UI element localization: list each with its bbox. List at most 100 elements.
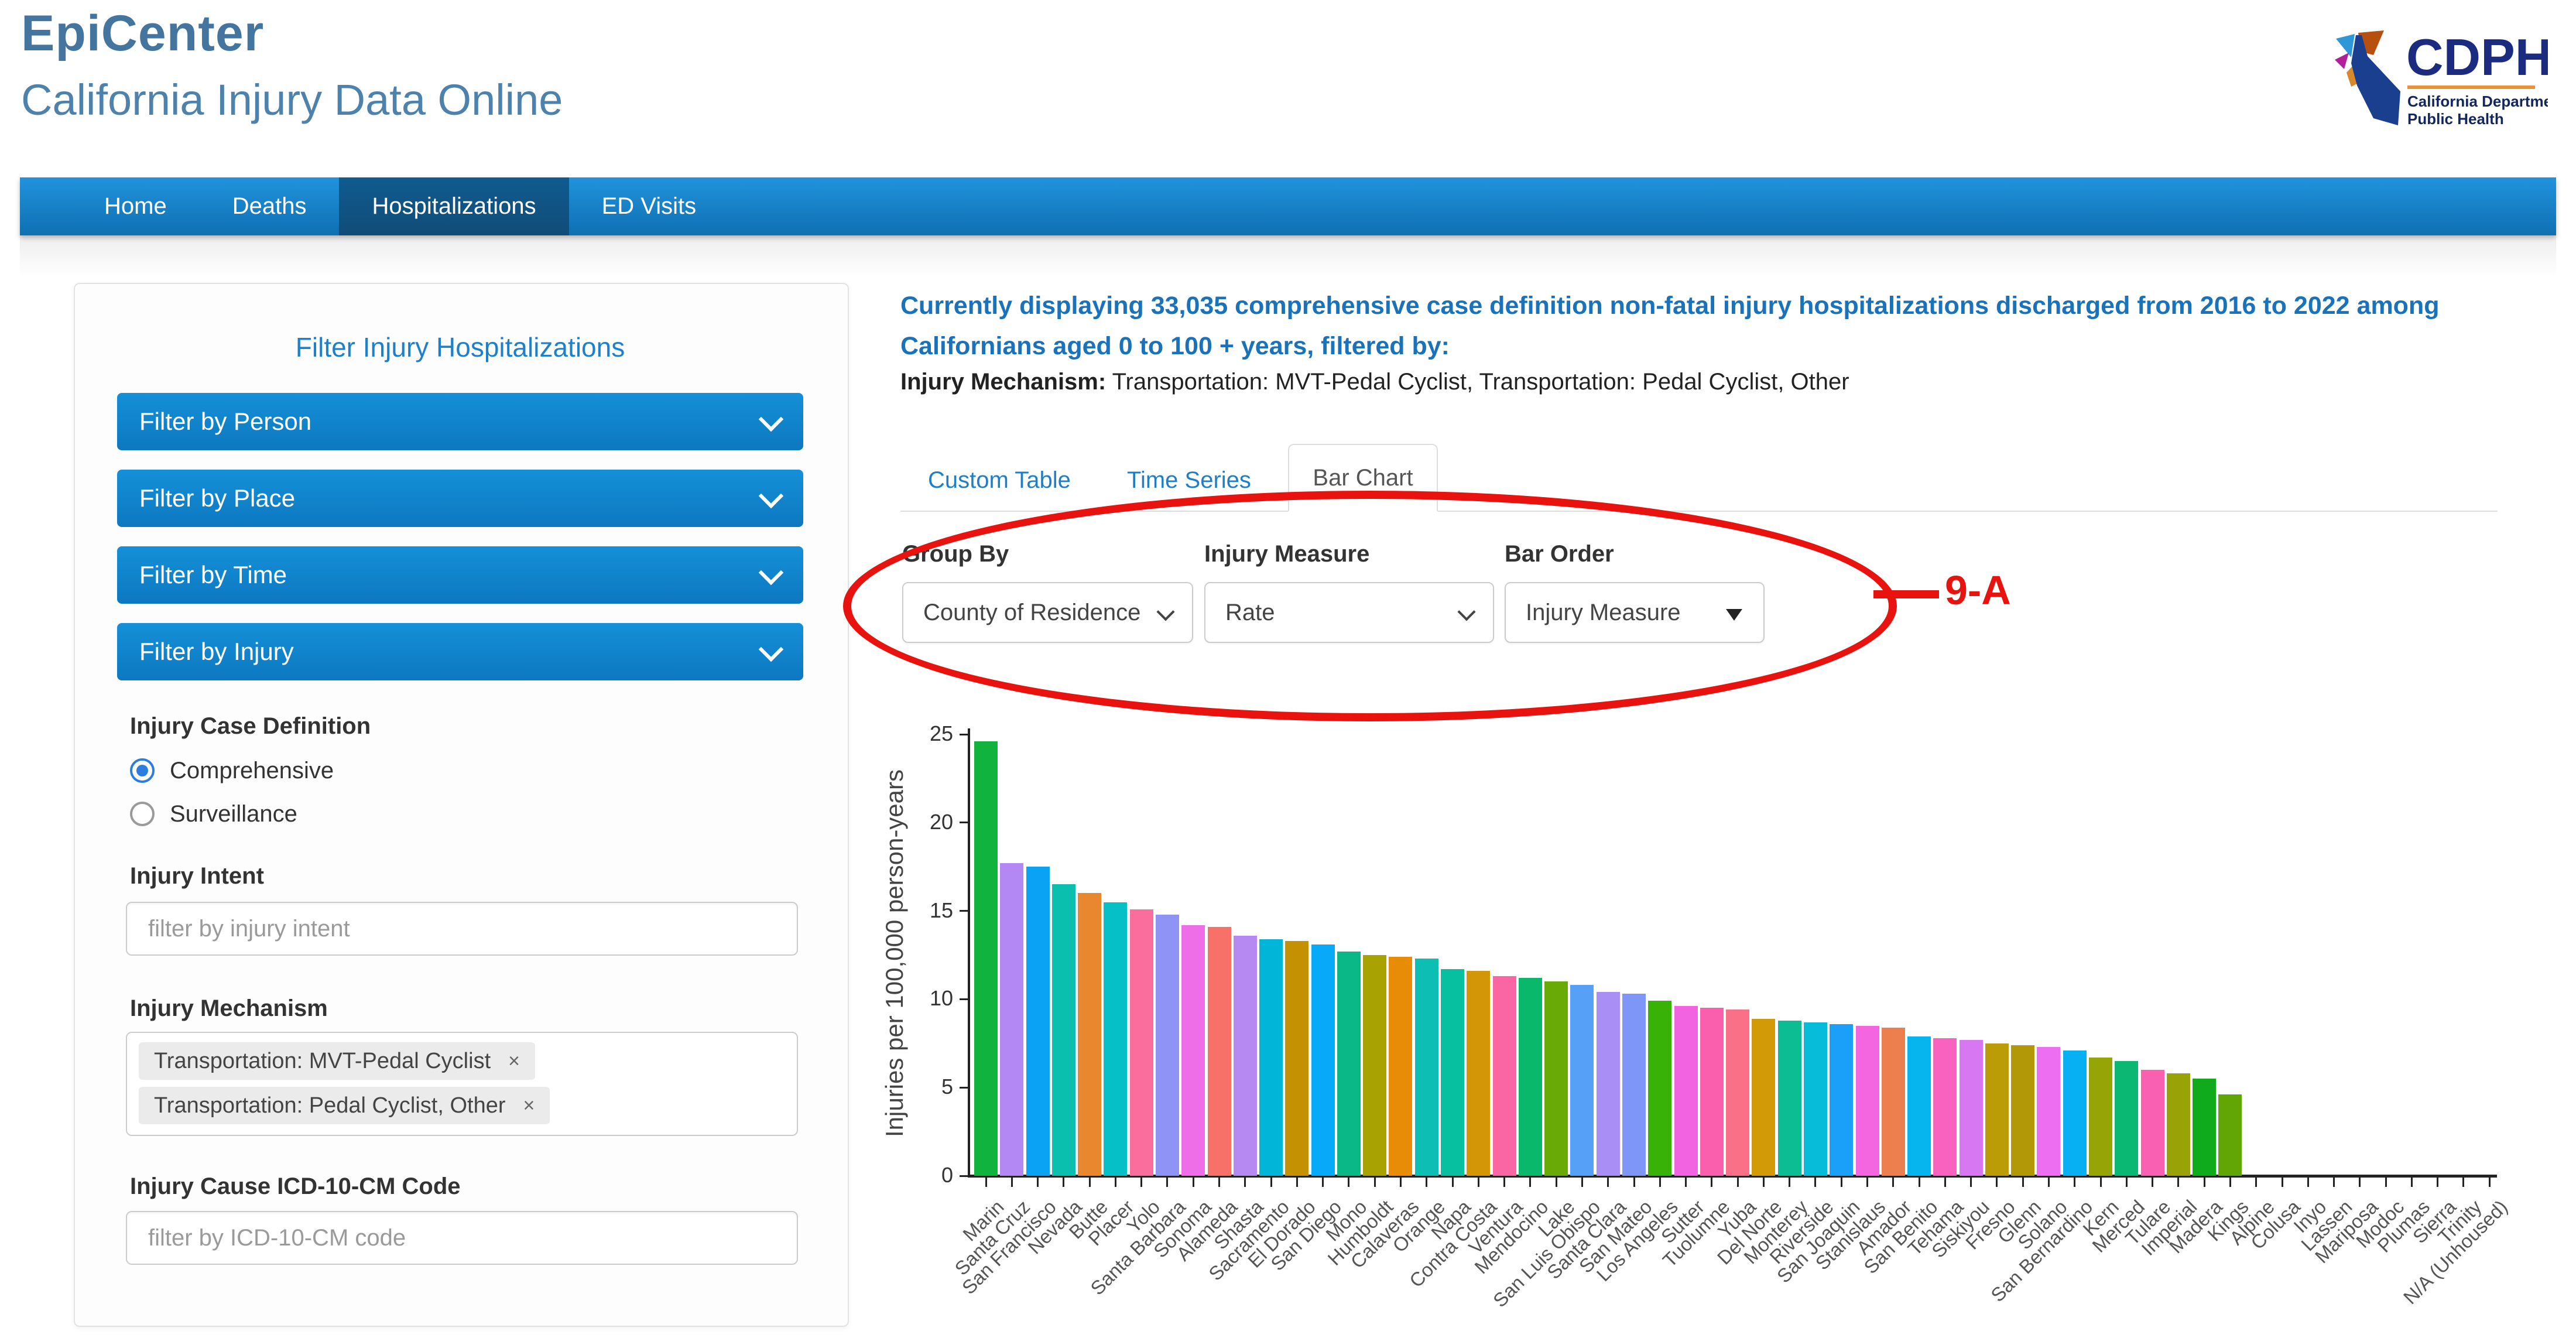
x-tick [1063, 1178, 1064, 1187]
bar-calaveras[interactable] [1389, 957, 1412, 1176]
x-tick [1789, 1178, 1790, 1187]
bar-shasta[interactable] [1234, 936, 1257, 1176]
nav-item-deaths[interactable]: Deaths [200, 177, 340, 235]
nav-item-home[interactable]: Home [71, 177, 200, 235]
accordion-filter-by-time[interactable]: Filter by Time [117, 546, 803, 604]
bar-ventura[interactable] [1493, 976, 1516, 1176]
bar-sacramento[interactable] [1259, 939, 1283, 1176]
accordion-filter-by-injury[interactable]: Filter by Injury [117, 623, 803, 680]
bar-sutter[interactable] [1674, 1006, 1698, 1176]
x-tick [1322, 1178, 1324, 1187]
svg-text:CDPH: CDPH [2406, 28, 2548, 86]
radio-surveillance[interactable]: Surveillance [130, 800, 297, 828]
bar-yuba[interactable] [1726, 1010, 1749, 1176]
x-tick [1633, 1178, 1635, 1187]
bar-san-luis-obispo[interactable] [1570, 985, 1594, 1176]
injury-intent-input[interactable]: filter by injury intent [126, 902, 798, 956]
radio-selected-icon[interactable] [130, 758, 155, 783]
bar-merced[interactable] [2115, 1061, 2138, 1176]
x-tick [2204, 1178, 2205, 1187]
remove-tag-icon[interactable]: × [523, 1094, 535, 1117]
cdph-logo: CDPH California Department of Public Hea… [2331, 27, 2548, 138]
bar-san-bernardino[interactable] [2063, 1050, 2087, 1176]
bar-butte[interactable] [1078, 893, 1101, 1176]
filter-label: Injury Mechanism: [900, 369, 1106, 395]
y-tick-label: 5 [900, 1074, 953, 1099]
y-axis-line [968, 728, 970, 1177]
bar-san-diego[interactable] [1311, 945, 1335, 1176]
svg-text:Public Health: Public Health [2407, 110, 2504, 128]
x-tick [2152, 1178, 2153, 1187]
bar-alameda[interactable] [1208, 927, 1231, 1176]
bar-placer[interactable] [1104, 902, 1127, 1176]
x-tick [1659, 1178, 1661, 1187]
x-tick [2282, 1178, 2283, 1187]
tab-time-series[interactable]: Time Series [1127, 467, 1251, 494]
bar-siskiyou[interactable] [1960, 1040, 1983, 1176]
bar-mono[interactable] [1337, 952, 1361, 1176]
x-tick [1400, 1178, 1402, 1187]
bar-san-joaquin[interactable] [1830, 1024, 1853, 1176]
bar-solano[interactable] [2037, 1047, 2060, 1176]
bar-sonoma[interactable] [1181, 925, 1205, 1176]
x-tick [1218, 1178, 1220, 1187]
bar-monterey[interactable] [1778, 1021, 1801, 1176]
y-tick-label: 25 [900, 721, 953, 746]
x-tick [1140, 1178, 1142, 1187]
bar-los-angeles[interactable] [1648, 1001, 1671, 1176]
bar-santa-barbara[interactable] [1156, 915, 1179, 1176]
bar-del-norte[interactable] [1752, 1019, 1775, 1176]
icd-code-input[interactable]: filter by ICD-10-CM code [126, 1211, 798, 1265]
bar-napa[interactable] [1441, 969, 1464, 1176]
bar-tehama[interactable] [1933, 1038, 1957, 1176]
bar-stanislaus[interactable] [1856, 1026, 1879, 1176]
bar-contra-costa[interactable] [1467, 971, 1490, 1176]
bar-kern[interactable] [2089, 1058, 2112, 1176]
x-tick [1270, 1178, 1272, 1187]
radio-unselected-icon[interactable] [130, 802, 155, 826]
accordion-filter-by-place[interactable]: Filter by Place [117, 470, 803, 527]
chevron-down-icon [759, 407, 783, 432]
annotation-label: 9-A [1945, 567, 2011, 614]
annotation-connector-line [1873, 590, 1939, 598]
bar-san-francisco[interactable] [1026, 867, 1050, 1176]
bar-el-dorado[interactable] [1285, 941, 1308, 1176]
bar-marin[interactable] [974, 741, 998, 1176]
accordion-filter-by-person[interactable]: Filter by Person [117, 393, 803, 450]
bar-madera[interactable] [2193, 1079, 2216, 1176]
bar-riverside[interactable] [1804, 1022, 1827, 1176]
mechanism-tag: Transportation: MVT-Pedal Cyclist× [139, 1042, 535, 1080]
bar-lake[interactable] [1544, 981, 1568, 1176]
bar-santa-clara[interactable] [1597, 992, 1620, 1176]
tab-custom-table[interactable]: Custom Table [928, 467, 1071, 494]
bar-imperial[interactable] [2167, 1073, 2190, 1176]
bar-san-mateo[interactable] [1622, 994, 1646, 1176]
bar-mendocino[interactable] [1519, 978, 1542, 1176]
bar-humboldt[interactable] [1363, 955, 1386, 1176]
bar-amador[interactable] [1882, 1028, 1905, 1176]
injury-mechanism-input[interactable]: Transportation: MVT-Pedal Cyclist×Transp… [126, 1032, 798, 1136]
x-tick [1244, 1178, 1246, 1187]
x-tick [2022, 1178, 2024, 1187]
bar-kings[interactable] [2218, 1094, 2242, 1176]
bar-san-benito[interactable] [1907, 1036, 1931, 1176]
bar-yolo[interactable] [1130, 909, 1153, 1176]
x-tick [1529, 1178, 1531, 1187]
bar-nevada[interactable] [1052, 884, 1075, 1176]
remove-tag-icon[interactable]: × [508, 1050, 520, 1073]
bar-orange[interactable] [1415, 959, 1438, 1176]
x-tick [1556, 1178, 1557, 1187]
bar-tulare[interactable] [2141, 1070, 2164, 1176]
x-tick [1970, 1178, 1972, 1187]
bar-fresno[interactable] [1985, 1043, 2009, 1176]
x-tick [1919, 1178, 1920, 1187]
x-tick [1814, 1178, 1816, 1187]
bar-tuolumne[interactable] [1700, 1008, 1724, 1176]
nav-item-ed-visits[interactable]: ED Visits [569, 177, 729, 235]
radio-comprehensive[interactable]: Comprehensive [130, 757, 334, 785]
bar-santa-cruz[interactable] [1000, 863, 1023, 1176]
nav-item-hospitalizations[interactable]: Hospitalizations [339, 177, 568, 235]
x-tick [2333, 1178, 2335, 1187]
bar-glenn[interactable] [2011, 1045, 2034, 1176]
x-tick [985, 1178, 987, 1187]
